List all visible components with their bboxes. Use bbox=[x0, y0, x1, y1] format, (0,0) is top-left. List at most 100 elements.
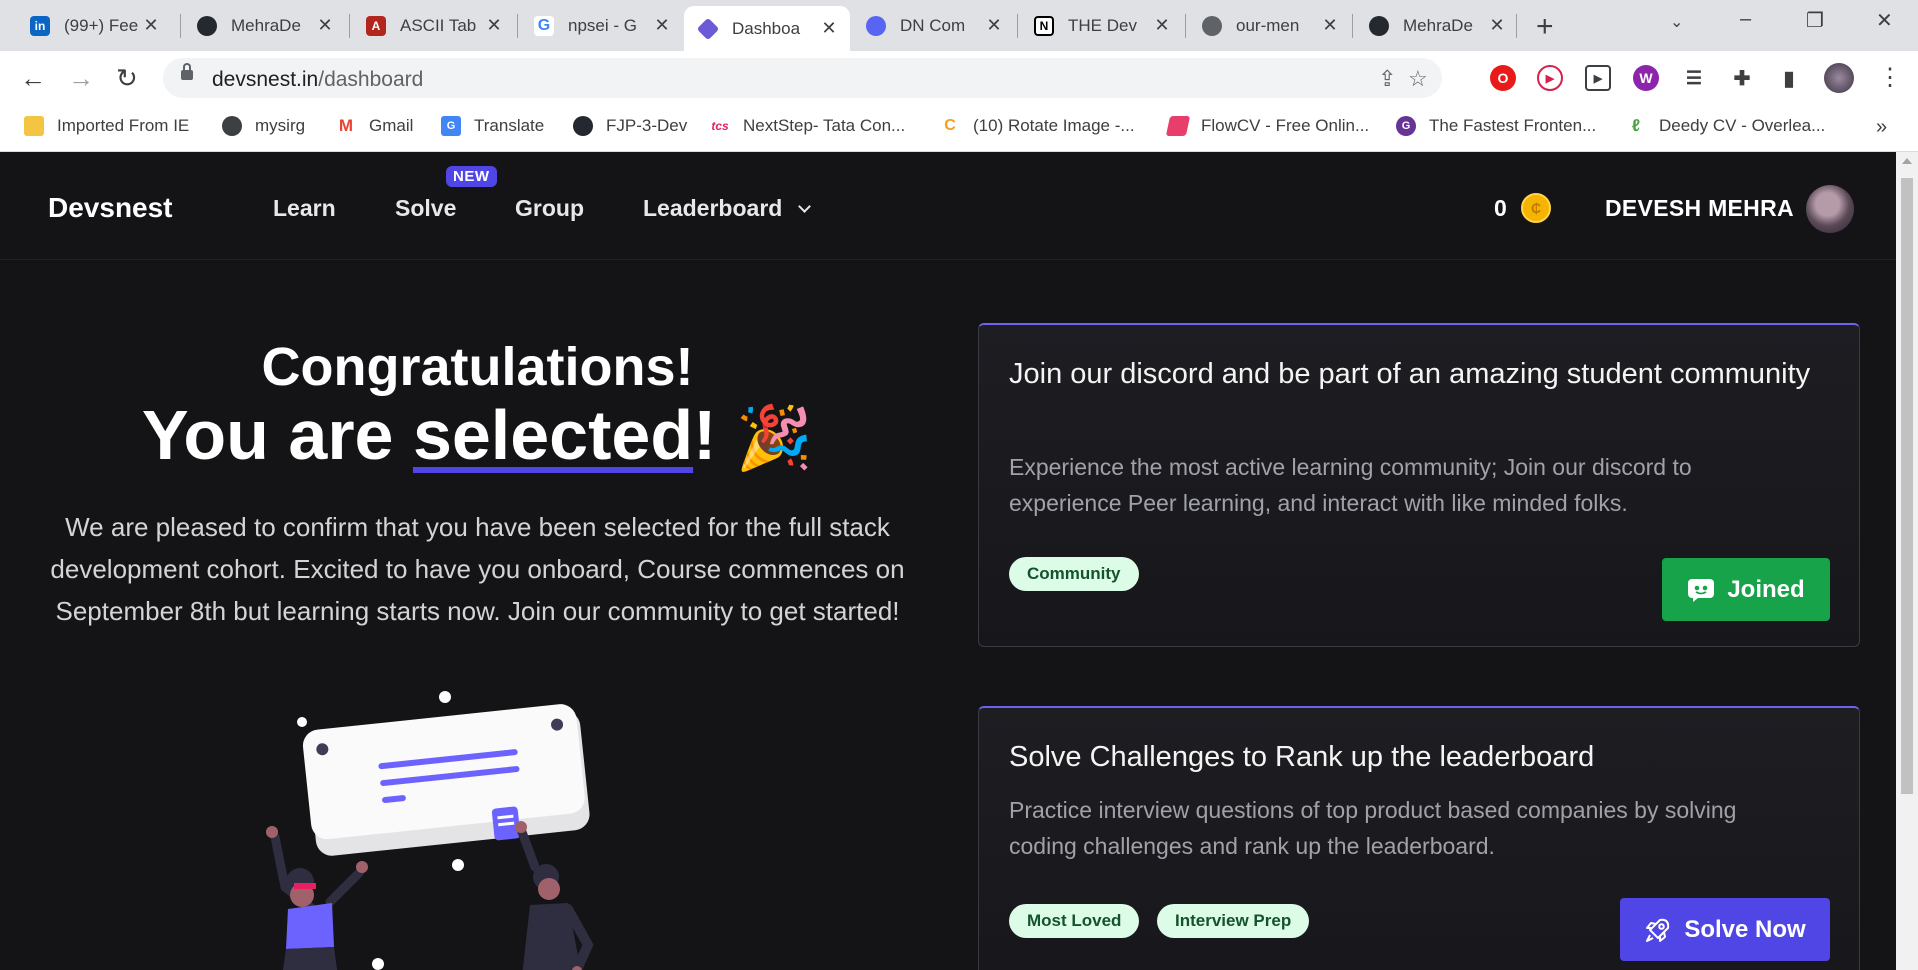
solve-now-button[interactable]: Solve Now bbox=[1620, 898, 1830, 961]
bookmark-item[interactable]: ℓ Deedy CV - Overlea... bbox=[1626, 116, 1825, 136]
nav-leaderboard[interactable]: Leaderboard bbox=[643, 195, 782, 222]
tab-title: MehraDe bbox=[1403, 15, 1473, 35]
github-icon bbox=[197, 15, 217, 36]
browser-tab[interactable]: in (99+) Fee ✕ bbox=[16, 7, 172, 44]
url-path: /dashboard bbox=[318, 68, 424, 91]
close-tab-icon[interactable]: ✕ bbox=[1321, 15, 1339, 36]
devsnest-dashboard: Devsnest Learn Solve NEW Group Leaderboa… bbox=[0, 152, 1896, 970]
card-title: Join our discord and be part of an amazi… bbox=[1009, 358, 1811, 390]
bookmark-item[interactable]: FlowCV - Free Onlin... bbox=[1165, 116, 1369, 136]
minimize-window-icon[interactable]: – bbox=[1740, 8, 1751, 31]
bookmark-label: Deedy CV - Overlea... bbox=[1659, 116, 1826, 135]
gatsby-icon: G bbox=[1396, 116, 1416, 136]
folder-icon bbox=[24, 116, 44, 136]
more-bookmarks-icon[interactable]: » bbox=[1876, 116, 1887, 139]
joined-button[interactable]: Joined bbox=[1662, 558, 1830, 621]
scrollbar-thumb[interactable] bbox=[1901, 178, 1913, 794]
brand-logo[interactable]: Devsnest bbox=[48, 192, 173, 224]
close-tab-icon[interactable]: ✕ bbox=[1488, 15, 1506, 36]
browser-menu-icon[interactable]: ⋮ bbox=[1878, 63, 1902, 92]
browser-tab[interactable]: A ASCII Tab ✕ bbox=[352, 7, 515, 44]
avatar[interactable] bbox=[1806, 185, 1854, 233]
browser-toolbar: ← → ↻ devsnest.in/dashboard ⇪ ☆ O ▶ ▶ W … bbox=[0, 51, 1918, 106]
bookmark-label: FJP-3-Dev bbox=[606, 116, 688, 135]
opera-extension-icon[interactable]: O bbox=[1490, 65, 1516, 91]
hero-selected-heading: You are selected! 🎉 bbox=[30, 400, 925, 474]
youtube-extension-icon[interactable]: ▶ bbox=[1537, 65, 1563, 91]
close-window-icon[interactable]: ✕ bbox=[1876, 8, 1893, 33]
coin-count: 0 bbox=[1494, 195, 1507, 221]
address-bar[interactable]: devsnest.in/dashboard ⇪ ☆ bbox=[163, 58, 1442, 98]
back-icon[interactable]: ← bbox=[20, 63, 46, 94]
bookmark-item[interactable]: tcs NextStep- Tata Con... bbox=[710, 116, 905, 136]
close-tab-icon[interactable]: ✕ bbox=[985, 15, 1003, 36]
close-tab-icon[interactable]: ✕ bbox=[1153, 15, 1171, 36]
leetcode-icon: C bbox=[940, 116, 960, 136]
tab-search-icon[interactable]: ⌄ bbox=[1670, 12, 1683, 32]
browser-tab[interactable]: N THE Dev ✕ bbox=[1020, 7, 1183, 44]
tag-most-loved: Most Loved bbox=[1009, 904, 1140, 938]
nav-solve[interactable]: Solve bbox=[395, 195, 456, 222]
challenges-card: Solve Challenges to Rank up the leaderbo… bbox=[978, 706, 1860, 970]
close-tab-icon[interactable]: ✕ bbox=[820, 18, 838, 39]
browser-tab[interactable]: MehraDe ✕ bbox=[1355, 7, 1518, 44]
bookmark-item[interactable]: C (10) Rotate Image -... bbox=[940, 116, 1135, 136]
heading-text: ! bbox=[693, 396, 717, 474]
close-tab-icon[interactable]: ✕ bbox=[653, 15, 671, 36]
rocket-icon bbox=[1644, 916, 1672, 944]
bookmark-label: NextStep- Tata Con... bbox=[743, 116, 906, 135]
profile-avatar-icon[interactable] bbox=[1824, 63, 1854, 93]
bookmark-item[interactable]: FJP-3-Dev bbox=[573, 116, 687, 136]
bookmark-item[interactable]: Imported From IE bbox=[24, 116, 189, 136]
globe-icon bbox=[1202, 15, 1222, 36]
new-tab-button[interactable]: + bbox=[1536, 10, 1554, 44]
bookmark-label: The Fastest Fronten... bbox=[1429, 116, 1597, 135]
close-tab-icon[interactable]: ✕ bbox=[485, 15, 503, 36]
hero-section: Congratulations! You are selected! 🎉 We … bbox=[30, 334, 925, 632]
ascii-icon: A bbox=[366, 15, 386, 36]
side-panel-icon[interactable]: ▮ bbox=[1776, 65, 1802, 91]
w-extension-icon[interactable]: W bbox=[1633, 65, 1659, 91]
card-description: Practice interview questions of top prod… bbox=[1009, 797, 1737, 859]
user-name[interactable]: DEVESH MEHRA bbox=[1605, 195, 1794, 222]
translate-icon: G bbox=[441, 116, 461, 136]
bookmark-item[interactable]: mysirg bbox=[222, 116, 305, 136]
hero-congrats-heading: Congratulations! bbox=[261, 337, 694, 397]
coin-icon: ₵ bbox=[1521, 193, 1551, 223]
discord-card: Join our discord and be part of an amazi… bbox=[978, 323, 1860, 647]
tab-title: ASCII Tab bbox=[400, 15, 477, 35]
browser-tab[interactable]: G npsei - G ✕ bbox=[520, 7, 683, 44]
browser-tab[interactable]: DN Com ✕ bbox=[852, 7, 1015, 44]
bookmark-item[interactable]: G The Fastest Fronten... bbox=[1396, 116, 1596, 136]
overleaf-icon: ℓ bbox=[1626, 116, 1646, 136]
page-scrollbar[interactable] bbox=[1896, 152, 1918, 970]
browser-tab-active[interactable]: Dashboa ✕ bbox=[684, 6, 850, 51]
list-extension-icon[interactable]: ☰ bbox=[1681, 65, 1707, 91]
tab-title: npsei - G bbox=[568, 15, 637, 35]
browser-tab[interactable]: MehraDe ✕ bbox=[183, 7, 346, 44]
scroll-up-icon[interactable] bbox=[1902, 158, 1912, 164]
github-icon bbox=[1369, 15, 1389, 36]
heading-underlined-word: selected bbox=[412, 396, 694, 474]
close-tab-icon[interactable]: ✕ bbox=[142, 15, 160, 36]
share-icon[interactable]: ⇪ bbox=[1378, 66, 1396, 92]
bookmark-star-icon[interactable]: ☆ bbox=[1408, 66, 1428, 92]
browser-tabstrip: in (99+) Fee ✕ MehraDe ✕ A ASCII Tab ✕ G… bbox=[0, 0, 1918, 51]
github-icon bbox=[573, 116, 593, 136]
restore-window-icon[interactable]: ❐ bbox=[1806, 8, 1824, 33]
bookmark-label: Translate bbox=[474, 116, 545, 135]
card-title: Solve Challenges to Rank up the leaderbo… bbox=[1009, 741, 1595, 773]
nav-group[interactable]: Group bbox=[515, 195, 584, 222]
reload-icon[interactable]: ↻ bbox=[116, 63, 138, 94]
url-host: devsnest.in bbox=[212, 68, 319, 91]
extensions-puzzle-icon[interactable]: ✚ bbox=[1729, 65, 1755, 91]
forward-icon[interactable]: → bbox=[68, 63, 94, 94]
nav-learn[interactable]: Learn bbox=[273, 195, 336, 222]
browser-tab[interactable]: our-men ✕ bbox=[1188, 7, 1351, 44]
video-extension-icon[interactable]: ▶ bbox=[1585, 65, 1611, 91]
bookmark-item[interactable]: G Translate bbox=[441, 116, 544, 136]
chevron-down-icon[interactable] bbox=[798, 200, 811, 213]
close-tab-icon[interactable]: ✕ bbox=[316, 15, 334, 36]
tab-title: THE Dev bbox=[1068, 15, 1137, 35]
bookmark-item[interactable]: M Gmail bbox=[336, 116, 413, 136]
